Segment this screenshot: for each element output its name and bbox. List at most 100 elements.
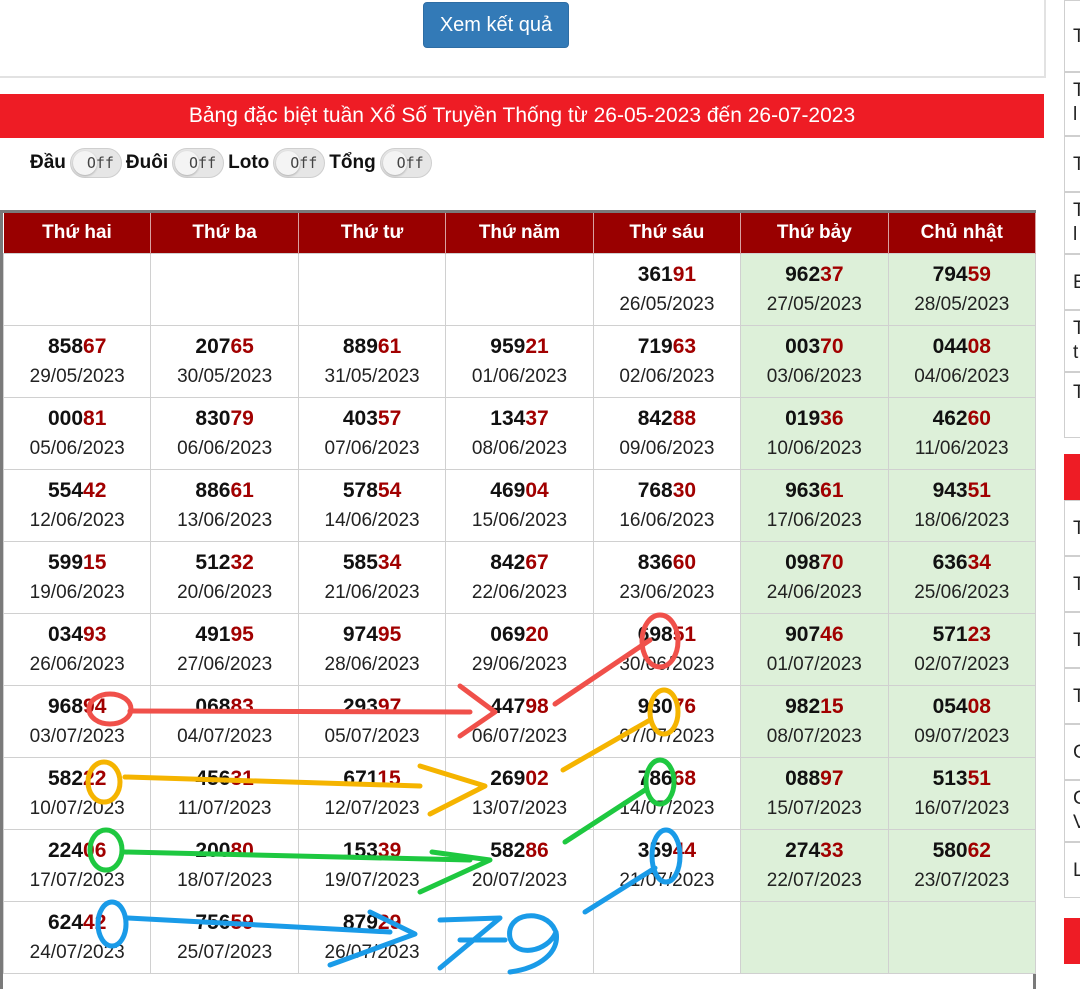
draw-date: 08/07/2023 xyxy=(766,725,862,747)
draw-date: 08/06/2023 xyxy=(471,437,568,459)
result-cell: 15339 19/07/2023 xyxy=(297,829,447,902)
result-cell: 29397 05/07/2023 xyxy=(297,685,447,758)
number-head: 982 xyxy=(785,694,821,718)
special-prize-number: 58222 xyxy=(4,764,150,794)
number-tail: 68 xyxy=(672,766,697,790)
number-tail: 95 xyxy=(230,622,254,646)
number-tail: 21 xyxy=(525,334,549,358)
draw-date: 29/05/2023 xyxy=(29,365,125,387)
number-head: 930 xyxy=(637,694,673,718)
number-head: 153 xyxy=(342,838,378,862)
number-head: 842 xyxy=(490,550,526,574)
number-head: 886 xyxy=(195,478,231,502)
number-tail: 60 xyxy=(672,550,697,574)
result-cell: 97495 28/06/2023 xyxy=(297,613,447,686)
draw-date: 27/06/2023 xyxy=(177,653,273,675)
special-prize-number: 00370 xyxy=(741,332,887,362)
number-tail: 61 xyxy=(377,334,402,358)
draw-date: 03/06/2023 xyxy=(766,365,862,387)
result-cell: 79459 28/05/2023 xyxy=(887,253,1037,326)
result-cell: 55442 12/06/2023 xyxy=(2,469,152,542)
sidebar-cell[interactable]: T xyxy=(1064,136,1080,192)
number-head: 003 xyxy=(785,334,821,358)
result-cell: 22406 17/07/2023 xyxy=(2,829,152,902)
sidebar-cell[interactable]: C xyxy=(1064,724,1080,780)
special-prize-number: 75659 xyxy=(151,908,297,938)
sidebar-cell[interactable]: T xyxy=(1064,668,1080,724)
result-cell xyxy=(297,253,447,326)
result-cell: 62442 24/07/2023 xyxy=(2,901,152,974)
result-cell: 49195 27/06/2023 xyxy=(150,613,299,686)
number-tail: 67 xyxy=(83,334,107,358)
sidebar-cell[interactable]: T xyxy=(1064,0,1080,72)
special-prize-number: 46904 xyxy=(446,476,592,506)
special-prize-number: 49195 xyxy=(151,620,297,650)
result-cell: 83079 06/06/2023 xyxy=(150,397,299,470)
number-head: 963 xyxy=(785,478,821,502)
result-cell: 95921 01/06/2023 xyxy=(445,325,594,398)
number-tail: 39 xyxy=(377,838,402,862)
sidebar-cell[interactable]: Tl xyxy=(1064,72,1080,136)
sidebar-red-header xyxy=(1064,918,1080,964)
results-table: Thứ hai Thứ ba Thứ tư Thứ năm Thứ sáu Thứ bảy… xyxy=(2,213,1037,974)
special-prize-number: 98215 xyxy=(741,692,887,722)
number-tail: 83 xyxy=(230,694,254,718)
number-tail: 62 xyxy=(967,838,991,862)
number-head: 554 xyxy=(48,478,84,502)
toggle-dau[interactable]: Off xyxy=(69,148,122,178)
number-tail: 91 xyxy=(672,262,697,286)
number-head: 054 xyxy=(932,694,968,718)
sidebar-cell[interactable]: T xyxy=(1064,556,1080,612)
number-tail: 61 xyxy=(230,478,254,502)
result-cell: 00081 05/06/2023 xyxy=(2,397,152,470)
result-cell: 51232 20/06/2023 xyxy=(150,541,299,614)
sidebar-cell[interactable]: CV xyxy=(1064,780,1080,842)
draw-date: 30/06/2023 xyxy=(619,653,715,675)
number-head: 879 xyxy=(342,910,378,934)
number-tail: 42 xyxy=(83,478,107,502)
number-tail: 57 xyxy=(377,406,402,430)
result-cell: 67115 12/07/2023 xyxy=(297,757,447,830)
result-cell: 58286 20/07/2023 xyxy=(445,829,594,902)
result-cell: 08897 15/07/2023 xyxy=(740,757,889,830)
result-cell: 27433 22/07/2023 xyxy=(740,829,889,902)
number-head: 269 xyxy=(490,766,526,790)
special-prize-number: 27433 xyxy=(741,836,887,866)
number-tail: 51 xyxy=(967,766,991,790)
toggle-loto[interactable]: Off xyxy=(273,148,326,178)
view-results-button[interactable]: Xem kết quả xyxy=(423,2,569,48)
toggle-label-duoi: Đuôi xyxy=(125,152,169,173)
number-tail: 31 xyxy=(230,766,254,790)
result-cell: 78668 14/07/2023 xyxy=(592,757,742,830)
sidebar-cell[interactable]: Tt xyxy=(1064,310,1080,372)
toggle-tong[interactable]: Off xyxy=(379,148,432,178)
draw-date: 16/07/2023 xyxy=(914,797,1010,819)
sidebar-cell[interactable]: L xyxy=(1064,842,1080,898)
result-cell: 96894 03/07/2023 xyxy=(2,685,152,758)
special-prize-number: 36191 xyxy=(594,260,740,290)
draw-date: 01/07/2023 xyxy=(766,653,862,675)
result-cell: 46904 15/06/2023 xyxy=(445,469,594,542)
number-head: 836 xyxy=(637,550,673,574)
sidebar-cell[interactable]: T xyxy=(1064,500,1080,556)
sidebar-cell[interactable]: E xyxy=(1064,254,1080,310)
toggle-label-tong: Tổng xyxy=(329,152,376,173)
table-row: 03493 26/06/2023 49195 27/06/2023 97495 28/06… xyxy=(2,613,1037,686)
number-head: 207 xyxy=(195,334,231,358)
toggle-duoi[interactable]: Off xyxy=(172,148,225,178)
special-prize-number: 71963 xyxy=(594,332,740,362)
draw-date: 20/07/2023 xyxy=(471,869,568,891)
number-tail: 93 xyxy=(83,622,107,646)
right-sidebar: T Tl T Tl E Tt T T T T T C CV L xyxy=(1064,0,1080,989)
draw-date: 27/05/2023 xyxy=(766,293,862,315)
draw-date: 21/07/2023 xyxy=(619,869,715,891)
sidebar-cell[interactable]: T xyxy=(1064,372,1080,438)
table-row: 58222 10/07/2023 45631 11/07/2023 67115 12/07… xyxy=(2,757,1037,830)
column-header: Thứ hai xyxy=(3,213,152,254)
draw-date: 26/05/2023 xyxy=(619,293,715,315)
sidebar-cell[interactable]: T xyxy=(1064,612,1080,668)
special-prize-number: 22406 xyxy=(4,836,150,866)
table-row: 59915 19/06/2023 51232 20/06/2023 58534 21/06… xyxy=(2,541,1037,614)
draw-date: 04/06/2023 xyxy=(914,365,1010,387)
sidebar-cell[interactable]: Tl xyxy=(1064,192,1080,254)
